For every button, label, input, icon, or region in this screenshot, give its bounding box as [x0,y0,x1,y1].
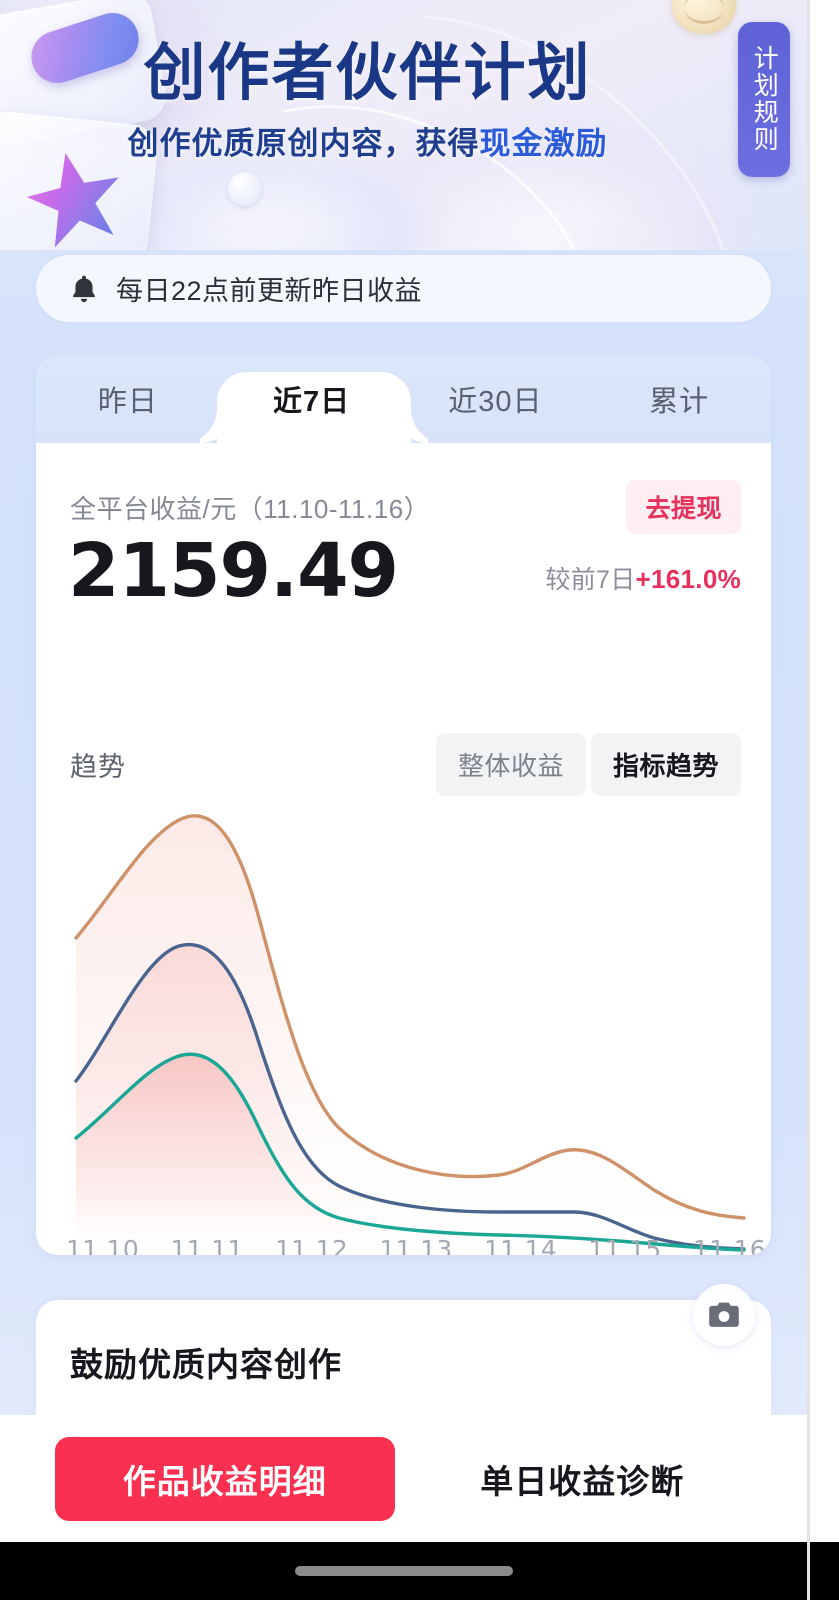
revenue-comparison: 较前7日+161.0% [545,560,741,596]
camera-icon [709,1302,739,1327]
notice-text: 每日22点前更新昨日收益 [116,276,423,306]
banner-title: 创作者伙伴计划 [143,36,592,109]
segment-overall-revenue[interactable]: 整体收益 [435,733,586,796]
home-indicator[interactable] [294,1566,513,1576]
tab-last-30-days[interactable]: 近30日 [404,355,588,443]
adjacent-screen-edge [807,0,839,1600]
comparison-value: +161.0% [635,564,741,594]
earnings-card: 昨日 近7日 近30日 累计 全平台收益/元（11.10-11.16） 去提现 … [36,355,771,1255]
trend-header-row: 趋势 整体收益 指标趋势 [70,733,741,796]
revenue-amount: 2159.49 [68,528,399,614]
revenue-label: 全平台收益/元（11.10-11.16） [70,493,431,524]
x-tick: 11.11 [170,1235,244,1255]
withdraw-button[interactable]: 去提现 [626,480,741,534]
tab-yesterday[interactable]: 昨日 [36,355,220,443]
edge-black-strip [810,1542,839,1600]
phone-screen: 创作者伙伴计划 创作优质原创内容，获得现金激励 计划规则 每日22点前更新昨日收… [0,0,807,1600]
plan-rules-tab[interactable]: 计划规则 [738,22,790,177]
banner-subtitle-plain: 创作优质原创内容，获得 [127,126,480,161]
work-revenue-detail-button[interactable]: 作品收益明细 [55,1436,395,1521]
tab-cumulative[interactable]: 累计 [587,355,771,443]
screenshot-button[interactable] [693,1284,755,1346]
trend-segmented-control: 整体收益 指标趋势 [435,733,741,796]
period-tabs: 昨日 近7日 近30日 累计 [36,355,771,443]
x-tick: 11.12 [274,1235,349,1255]
x-tick: 11.10 [66,1235,140,1255]
banner-header: 创作者伙伴计划 创作优质原创内容，获得现金激励 计划规则 [0,0,807,250]
bottom-action-bar: 作品收益明细 单日收益诊断 [0,1415,807,1542]
card-body: 全平台收益/元（11.10-11.16） 去提现 2159.49 较前7日+16… [36,443,771,1255]
x-tick: 11.16 [692,1235,766,1255]
bell-icon [73,275,95,302]
segment-metric-trend[interactable]: 指标趋势 [590,733,741,796]
chart-x-axis: 11.10 11.11 11.12 11.13 11.14 11.15 11.1… [66,1235,766,1255]
decorative-bubble-icon [228,172,262,206]
bottom-section-title: 鼓励优质内容创作 [70,1346,342,1383]
trend-label: 趋势 [70,752,126,782]
daily-revenue-diagnosis-button[interactable]: 单日收益诊断 [412,1436,752,1521]
trend-chart[interactable] [54,798,754,1255]
revenue-header-row: 全平台收益/元（11.10-11.16） 去提现 [70,480,741,534]
x-tick: 11.15 [588,1235,662,1255]
comparison-label: 较前7日 [545,566,636,594]
x-tick: 11.14 [483,1235,558,1255]
x-tick: 11.13 [379,1235,453,1255]
banner-subtitle: 创作优质原创内容，获得现金激励 [0,118,735,163]
tab-last-7-days[interactable]: 近7日 [220,355,404,443]
home-indicator-bar [0,1542,807,1600]
notice-banner: 每日22点前更新昨日收益 [36,255,771,322]
banner-subtitle-highlight: 现金激励 [479,126,608,161]
